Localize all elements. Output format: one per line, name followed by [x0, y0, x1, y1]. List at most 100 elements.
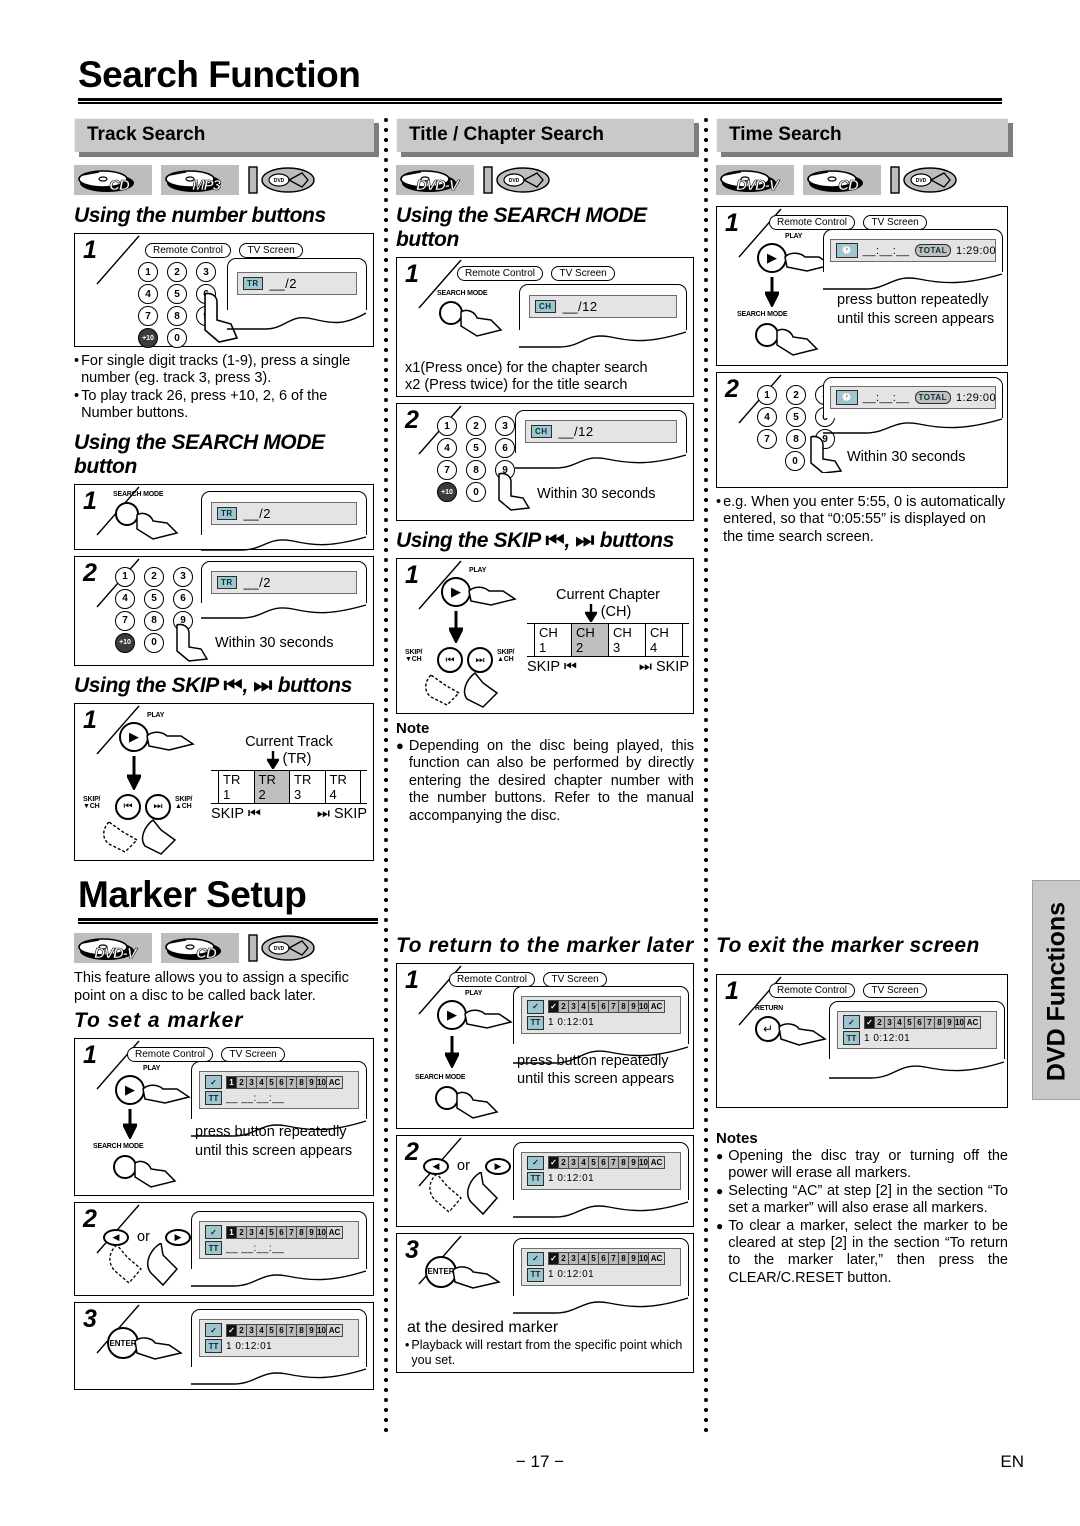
marker-cells[interactable]: ✓ 2 3 4 5 6 7 8 9 10 AC [548, 1000, 665, 1014]
marker-row-time: TT __ __:__:__ [205, 1241, 353, 1256]
skip-next-button[interactable]: ⏭ [145, 793, 171, 820]
heading-skip-tail: buttons [277, 673, 353, 697]
key-8[interactable]: 8 [466, 460, 486, 480]
skip-prev-icon: ⏮ [545, 529, 565, 552]
callout-remote-control: Remote Control [769, 215, 856, 230]
tv-frame: ✓ ✓ 2 3 4 5 6 7 8 9 10 AC TT 1 0:12:01 [513, 1237, 689, 1296]
marker-cells[interactable]: ✓ 2 3 4 5 6 7 8 9 10 AC [226, 1323, 343, 1337]
key-8[interactable]: 8 [786, 429, 806, 449]
key-2[interactable]: 2 [786, 385, 806, 405]
hand-pointer-icon [134, 1161, 177, 1189]
time-search-title: Time Search [716, 118, 1008, 152]
marker-cells[interactable]: ✓ 2 3 4 5 6 7 8 9 10 AC [548, 1156, 665, 1170]
key-0[interactable]: 0 [466, 482, 486, 502]
key-7[interactable]: 7 [757, 429, 777, 449]
hand-pointer-icon [810, 435, 843, 473]
step-box: 3 ENTER ✓ ✓ 2 3 4 5 6 7 8 9 10 AC TT 1 0… [74, 1302, 374, 1391]
marker-cells[interactable]: ✓ 2 3 4 5 6 7 8 9 10 AC [864, 1015, 981, 1029]
step-box: 2 ◀ or ▶ ✓ ✓ 2 3 4 5 6 7 8 9 10 AC TT 1 … [396, 1134, 694, 1227]
key-7[interactable]: 7 [138, 306, 158, 326]
tt-tag: TT [205, 1091, 222, 1106]
tv-screen-mock: TR __/2 [201, 490, 367, 552]
note-item: ● Opening the disc tray or turning off t… [716, 1148, 1008, 1182]
marker-cell-ac[interactable]: AC [964, 1015, 981, 1029]
key-5[interactable]: 5 [466, 438, 486, 458]
key-4[interactable]: 4 [437, 438, 457, 458]
key-plus10[interactable]: +10 [138, 328, 158, 348]
hand-pointer-icon [776, 328, 819, 356]
callout-remote-control: Remote Control [449, 971, 536, 987]
osd-total-value: 1:29:00 [955, 244, 997, 257]
marker-cell-ac[interactable]: AC [648, 1000, 665, 1014]
check-tag: ✓ [527, 1251, 544, 1266]
step-box: 1 Remote Control TV Screen PLAY ▶ SEARCH… [396, 962, 694, 1129]
svg-text:DVD: DVD [916, 178, 927, 184]
within-30-seconds-label: Within 30 seconds [215, 634, 334, 651]
skip-next-button[interactable]: ⏭ [467, 647, 493, 673]
key-6[interactable]: 6 [173, 588, 193, 609]
title-chapter-badges: DVD-V DVD [396, 164, 694, 196]
key-2[interactable]: 2 [144, 566, 164, 587]
hand-pointer-icon [498, 472, 531, 511]
key-1[interactable]: 1 [138, 262, 158, 282]
note-item: ● To clear a marker, select the marker t… [716, 1217, 1008, 1286]
step-box: 2 1 2 3 4 5 6 7 8 9 +10 0 TR __/2 Within… [74, 555, 374, 666]
key-1[interactable]: 1 [437, 416, 457, 436]
key-4[interactable]: 4 [115, 588, 135, 609]
marker-cells[interactable]: ✓ 2 3 4 5 6 7 8 9 10 AC [548, 1252, 665, 1266]
key-7[interactable]: 7 [437, 460, 457, 480]
marker-cell-ac[interactable]: AC [648, 1156, 665, 1170]
key-3[interactable]: 3 [196, 262, 216, 282]
marker-cells[interactable]: 1 2 3 4 5 6 7 8 9 10 AC [226, 1075, 343, 1089]
key-4[interactable]: 4 [757, 407, 777, 427]
hand-pointer-icon [460, 309, 503, 337]
clock-icon: 🕐 [836, 243, 858, 258]
tv-base [191, 1368, 367, 1386]
key-4[interactable]: 4 [138, 284, 158, 304]
key-0[interactable]: 0 [167, 328, 187, 348]
strip-pad [682, 624, 690, 656]
press-line: x2 (Press twice) for the title search [405, 377, 628, 394]
skip-prev-button[interactable]: ⏮ [115, 793, 141, 820]
column-divider-left [384, 118, 388, 1438]
key-3[interactable]: 3 [495, 416, 515, 436]
key-5[interactable]: 5 [786, 407, 806, 427]
key-1[interactable]: 1 [115, 566, 135, 587]
key-5[interactable]: 5 [144, 588, 164, 609]
key-1[interactable]: 1 [757, 385, 777, 405]
clock-icon: 🕐 [836, 390, 858, 405]
tv-screen-mock: ✓ ✓ 2 3 4 5 6 7 8 9 10 AC TT 1 0:12:01 [829, 1001, 1005, 1080]
key-plus10[interactable]: +10 [437, 482, 457, 502]
tv-frame: TR __/2 [227, 258, 367, 310]
marker-row-time: TT 1 0:12:01 [843, 1031, 991, 1045]
current-chapter-unit: (CH) [600, 604, 632, 621]
press-line: x1(Press once) for the chapter search [405, 360, 648, 376]
skip-prev-button[interactable]: ⏮ [437, 647, 463, 673]
side-tab-dvd-functions: DVD Functions [1032, 880, 1080, 1100]
key-8[interactable]: 8 [144, 610, 164, 631]
heading-skip-text: Using the SKIP [74, 673, 219, 697]
key-2[interactable]: 2 [466, 416, 486, 436]
tv-base [513, 1296, 689, 1314]
key-3[interactable]: 3 [173, 566, 193, 587]
down-arrow-icon [123, 1109, 137, 1140]
track-search-header: Track Search [74, 118, 374, 152]
page-number: − 17 − [515, 1452, 565, 1471]
key-0[interactable]: 0 [785, 451, 805, 471]
key-2[interactable]: 2 [167, 262, 187, 282]
key-5[interactable]: 5 [167, 284, 187, 304]
check-tag: ✓ [843, 1015, 860, 1029]
key-0[interactable]: 0 [144, 632, 164, 653]
key-6[interactable]: 6 [495, 438, 515, 458]
marker-cells[interactable]: 1 2 3 4 5 6 7 8 9 10 AC [226, 1225, 343, 1239]
marker-cell-ac[interactable]: AC [326, 1075, 343, 1089]
key-7[interactable]: 7 [115, 610, 135, 631]
key-plus10[interactable]: +10 [115, 632, 135, 653]
marker-cell-ac[interactable]: AC [326, 1323, 343, 1337]
tv-screen-mock: CH __/12 [519, 284, 687, 349]
marker-cell-ac[interactable]: AC [648, 1252, 665, 1266]
key-8[interactable]: 8 [167, 306, 187, 326]
marker-cell-ac[interactable]: AC [326, 1225, 343, 1239]
badge-label: DVD-V [94, 944, 137, 962]
osd-value: __/2 [269, 276, 297, 291]
